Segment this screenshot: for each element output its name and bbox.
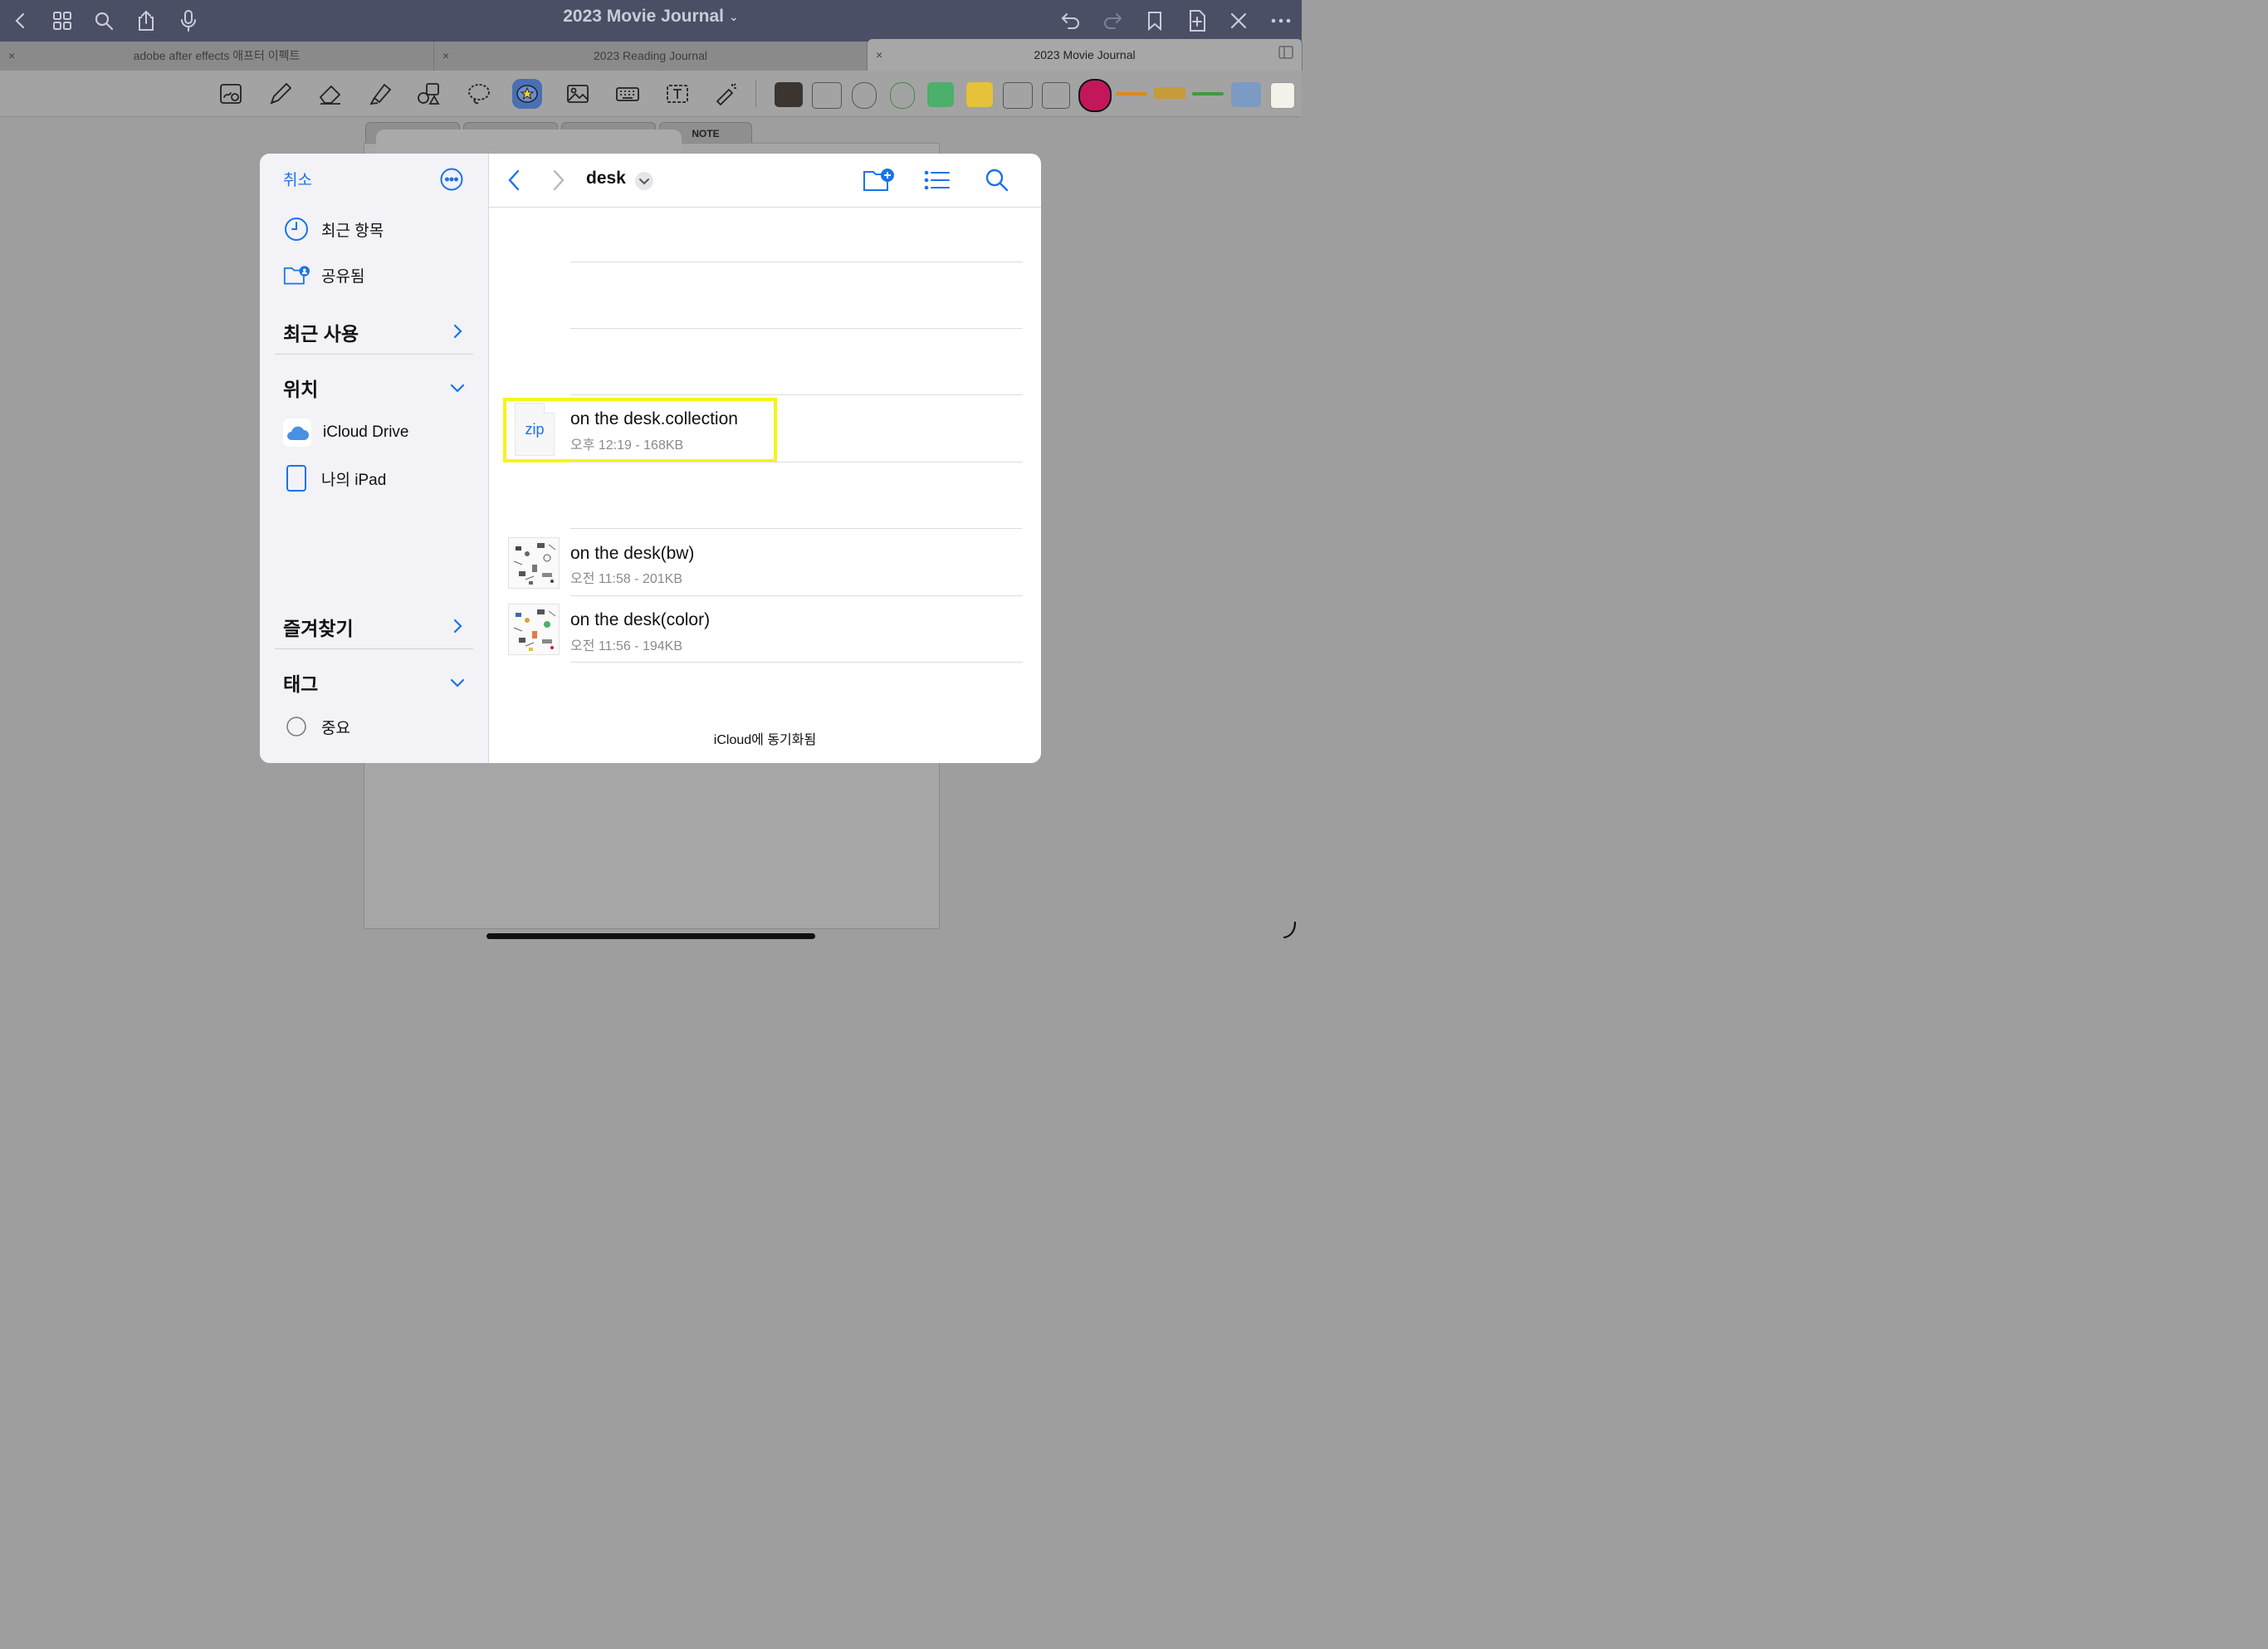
file-name: on the desk(bw) bbox=[570, 544, 695, 563]
list-view-icon[interactable] bbox=[924, 170, 951, 194]
more-options-icon[interactable] bbox=[440, 168, 463, 191]
file-meta: 오전 11:56 - 194KB bbox=[570, 639, 682, 653]
sticker-clip-gray[interactable] bbox=[852, 82, 877, 109]
tab-reading-journal[interactable]: × 2023 Reading Journal bbox=[434, 42, 868, 71]
search-icon[interactable] bbox=[985, 168, 1009, 197]
sidebar-item-tag-important[interactable]: 중요 bbox=[283, 712, 350, 741]
highlighter-tool-icon[interactable] bbox=[365, 79, 395, 109]
row-divider bbox=[570, 394, 1023, 395]
highlight-box bbox=[503, 398, 777, 462]
pen-tool-icon[interactable] bbox=[266, 79, 296, 109]
elements-tool-icon[interactable] bbox=[512, 79, 542, 109]
sticker-note-green[interactable] bbox=[927, 82, 954, 107]
shared-folder-icon bbox=[283, 262, 310, 288]
sticker-arrow-green[interactable] bbox=[1192, 92, 1224, 95]
more-icon[interactable] bbox=[1264, 4, 1298, 37]
chevron-down-icon[interactable] bbox=[449, 674, 466, 691]
section-header-tags[interactable]: 태그 bbox=[283, 668, 318, 697]
row-divider bbox=[570, 662, 1023, 663]
sidebar-divider bbox=[275, 648, 473, 649]
row-divider bbox=[570, 328, 1023, 329]
zoom-write-tool-icon[interactable] bbox=[216, 79, 246, 109]
chevron-right-icon[interactable] bbox=[449, 323, 466, 340]
top-bar: 2023 Movie Journal ⌄ bbox=[0, 0, 1302, 42]
section-header-favorites[interactable]: 즐겨찾기 bbox=[283, 613, 354, 641]
sync-status: iCloud에 동기화됨 bbox=[713, 733, 817, 747]
shapes-tool-icon[interactable] bbox=[414, 79, 444, 109]
chevron-down-icon[interactable] bbox=[449, 379, 466, 396]
sidebar-item-icloud-drive[interactable]: iCloud Drive bbox=[283, 418, 408, 448]
icloud-icon bbox=[283, 418, 311, 447]
forward-chevron-icon[interactable] bbox=[549, 169, 567, 196]
sticker-face[interactable] bbox=[1078, 79, 1112, 112]
lasso-tool-icon[interactable] bbox=[464, 79, 494, 109]
app-screen: 2023 Movie Journal ⌄ × adobe after effect… bbox=[0, 0, 1303, 947]
tab-close-icon[interactable]: × bbox=[442, 42, 449, 71]
chevron-right-icon[interactable] bbox=[449, 618, 466, 634]
sidebar-divider bbox=[275, 354, 473, 355]
sticker-earphones[interactable] bbox=[812, 82, 842, 109]
tag-circle-icon bbox=[283, 713, 310, 740]
text-tool-icon[interactable] bbox=[662, 79, 692, 109]
tool-toolbar bbox=[0, 71, 1302, 117]
laser-pointer-icon[interactable] bbox=[711, 79, 741, 109]
sticker-bag[interactable] bbox=[775, 82, 803, 107]
cancel-button[interactable]: 취소 bbox=[283, 168, 312, 190]
pencil-hover-icon bbox=[1282, 920, 1298, 944]
sticker-footprints[interactable] bbox=[1042, 82, 1070, 109]
sticker-arrow-orange[interactable] bbox=[1116, 92, 1147, 95]
image-thumbnail-color bbox=[508, 604, 560, 655]
add-page-icon[interactable] bbox=[1180, 4, 1214, 37]
sticker-note-yellow[interactable] bbox=[966, 82, 993, 107]
file-name: on the desk(color) bbox=[570, 610, 711, 629]
file-meta: 오전 11:58 - 201KB bbox=[570, 572, 682, 586]
toolbar-divider bbox=[755, 81, 756, 107]
eraser-tool-icon[interactable] bbox=[315, 79, 345, 109]
home-indicator[interactable] bbox=[486, 933, 815, 939]
title-chevron-icon: ⌄ bbox=[729, 10, 739, 24]
sidebar-item-shared[interactable]: 공유됨 bbox=[283, 260, 364, 290]
document-tabs: × adobe after effects 애프터 이펙트 × 2023 Rea… bbox=[0, 39, 1303, 71]
tab-adobe-after-effects[interactable]: × adobe after effects 애프터 이펙트 bbox=[0, 42, 434, 71]
sticker-folder[interactable] bbox=[1231, 82, 1261, 107]
section-header-recent-used[interactable]: 최근 사용 bbox=[283, 318, 359, 346]
sticker-mouse[interactable] bbox=[1003, 82, 1033, 109]
file-picker-dialog: 취소 최근 항목 공유됨 최근 사용 위치 iCloud Drive 나의 iP… bbox=[260, 154, 1041, 763]
browser-navbar: desk bbox=[489, 154, 1041, 208]
tab-close-icon[interactable]: × bbox=[876, 39, 882, 71]
ipad-icon bbox=[283, 465, 310, 492]
sticker-paper[interactable] bbox=[1270, 82, 1295, 109]
file-picker-sidebar: 취소 최근 항목 공유됨 최근 사용 위치 iCloud Drive 나의 iP… bbox=[260, 154, 489, 763]
bookmark-icon[interactable] bbox=[1138, 4, 1171, 37]
row-divider bbox=[570, 528, 1023, 529]
folder-menu-chevron-icon[interactable] bbox=[635, 172, 653, 190]
sidebar-item-my-ipad[interactable]: 나의 iPad bbox=[283, 463, 386, 493]
sticker-clip-green[interactable] bbox=[890, 82, 915, 109]
section-header-locations[interactable]: 위치 bbox=[283, 374, 318, 402]
keyboard-tool-icon[interactable] bbox=[613, 79, 643, 109]
close-pen-icon[interactable] bbox=[1222, 4, 1255, 37]
redo-icon[interactable] bbox=[1096, 4, 1129, 37]
clock-icon bbox=[283, 216, 310, 242]
image-thumbnail-bw bbox=[508, 537, 560, 589]
split-view-icon[interactable] bbox=[1278, 39, 1293, 71]
tab-close-icon[interactable]: × bbox=[8, 42, 15, 71]
sticker-tape[interactable] bbox=[1154, 87, 1185, 99]
back-chevron-icon[interactable] bbox=[506, 169, 524, 196]
new-folder-icon[interactable] bbox=[863, 167, 896, 196]
folder-title: desk bbox=[586, 169, 626, 188]
undo-icon[interactable] bbox=[1054, 4, 1088, 37]
sidebar-item-recents[interactable]: 최근 항목 bbox=[283, 214, 384, 244]
tab-movie-journal[interactable]: × 2023 Movie Journal bbox=[868, 39, 1303, 71]
image-tool-icon[interactable] bbox=[563, 79, 593, 109]
row-divider bbox=[570, 595, 1023, 596]
file-browser: desk zip on the desk.collection 오후 12:19… bbox=[489, 154, 1041, 763]
